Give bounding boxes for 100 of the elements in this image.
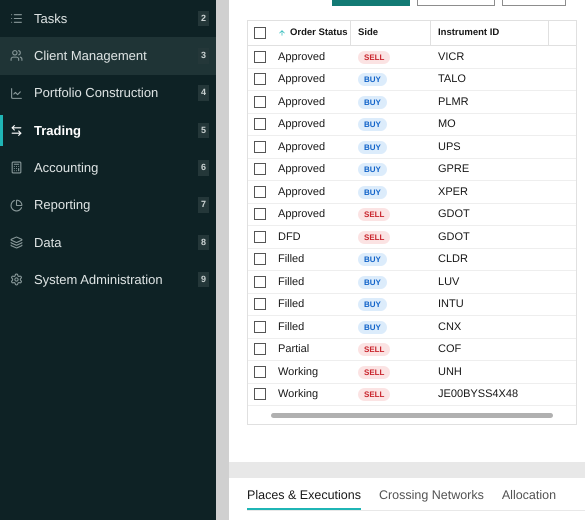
count-badge: 2 [198, 10, 209, 26]
instrument-cell: JE00BYSS4X48 [438, 388, 518, 400]
side-tag: BUY [358, 253, 387, 266]
row-checkbox[interactable] [254, 388, 266, 400]
row-checkbox[interactable] [254, 366, 266, 378]
status-cell: Approved [278, 118, 326, 130]
status-cell: Approved [278, 163, 326, 175]
side-tag: BUY [358, 73, 387, 86]
toolbar-button[interactable] [502, 0, 566, 6]
sidebar-item[interactable]: Data 8 [0, 224, 216, 262]
instrument-cell: COF [438, 343, 462, 355]
sidebar-item[interactable]: Trading 5 [0, 112, 216, 150]
side-tag: SELL [358, 366, 390, 378]
instrument-cell: CLDR [438, 253, 468, 265]
instrument-cell: LUV [438, 276, 460, 288]
status-cell: Filled [278, 298, 304, 310]
select-all-checkbox[interactable] [254, 27, 266, 39]
count-badge: 9 [198, 272, 209, 288]
instrument-cell: UNH [438, 366, 462, 378]
horizontal-scrollbar[interactable] [271, 412, 553, 418]
instrument-cell: GDOT [438, 208, 470, 220]
side-tag: SELL [358, 230, 390, 244]
count-badge: 8 [198, 234, 209, 250]
pie-chart-icon [10, 198, 23, 212]
row-checkbox[interactable] [254, 186, 266, 198]
row-checkbox[interactable] [254, 320, 266, 333]
status-cell: Filled [278, 320, 304, 332]
count-badge: 5 [198, 122, 209, 138]
side-tag: BUY [358, 140, 387, 154]
row-checkbox[interactable] [254, 253, 266, 266]
sidebar-item[interactable]: Accounting 6 [0, 149, 216, 186]
count-badge: 6 [198, 160, 209, 176]
instrument-cell: XPER [438, 186, 468, 198]
side-tag: BUY [358, 163, 387, 176]
side-tag: BUY [358, 186, 387, 198]
row-checkbox[interactable] [254, 96, 266, 108]
status-cell: Partial [278, 343, 310, 355]
status-cell: Approved [278, 96, 326, 108]
selection-bar [0, 114, 3, 146]
column-header[interactable]: Order Status [271, 21, 351, 45]
side-tag: BUY [358, 96, 387, 108]
column-header[interactable]: Instrument ID [431, 21, 549, 45]
status-cell: Working [278, 388, 318, 400]
side-tag: BUY [358, 118, 387, 131]
tab[interactable]: Places & Executions [247, 482, 361, 510]
status-cell: Approved [278, 140, 326, 152]
sidebar-item[interactable]: Client Management 3 [0, 37, 216, 75]
status-cell: Filled [278, 253, 304, 265]
instrument-cell: GPRE [438, 163, 470, 175]
row-checkbox[interactable] [254, 298, 266, 310]
row-checkbox[interactable] [254, 118, 266, 130]
count-badge: 4 [198, 85, 209, 101]
chart-icon [10, 86, 23, 100]
instrument-cell: VICR [438, 50, 464, 62]
sidebar-item[interactable]: Reporting 7 [0, 186, 216, 224]
sidebar-item[interactable]: System Administration 9 [0, 261, 216, 298]
sidebar-item[interactable]: Portfolio Construction 4 [0, 74, 216, 112]
instrument-cell: PLMR [438, 96, 469, 108]
settings-icon [10, 273, 23, 286]
layers-icon [10, 236, 23, 249]
row-checkbox[interactable] [254, 73, 266, 86]
status-cell: Approved [278, 208, 326, 220]
list-icon [10, 12, 23, 26]
row-checkbox[interactable] [254, 208, 266, 220]
count-badge: 7 [198, 197, 209, 213]
sort-arrow-icon [278, 29, 286, 37]
column-header[interactable]: Side [351, 21, 431, 45]
side-tag: BUY [358, 276, 387, 288]
status-cell: Approved [278, 186, 326, 198]
status-cell: Approved [278, 73, 326, 85]
toolbar-button[interactable] [417, 0, 495, 6]
count-badge: 3 [198, 48, 209, 64]
instrument-cell: TALO [438, 73, 466, 85]
side-tag: BUY [358, 320, 387, 334]
status-cell: Filled [278, 276, 304, 288]
row-checkbox[interactable] [254, 163, 266, 176]
row-checkbox[interactable] [254, 140, 266, 153]
tab[interactable]: Allocation [502, 482, 556, 510]
side-tag: SELL [358, 343, 390, 356]
instrument-cell: MO [438, 118, 456, 130]
status-cell: Approved [278, 50, 326, 62]
swap-arrows-icon [10, 124, 23, 138]
instrument-cell: GDOT [438, 230, 470, 242]
row-checkbox[interactable] [254, 230, 266, 243]
users-icon [10, 49, 23, 62]
row-checkbox[interactable] [254, 343, 266, 356]
side-tag: SELL [358, 50, 390, 64]
side-tag: BUY [358, 298, 387, 311]
sidebar-item[interactable]: Tasks 2 [0, 0, 216, 38]
status-cell: Working [278, 366, 318, 378]
row-checkbox[interactable] [254, 50, 266, 63]
calculator-icon [10, 161, 23, 174]
tab[interactable]: Crossing Networks [378, 482, 484, 510]
row-checkbox[interactable] [254, 276, 266, 288]
side-tag: SELL [358, 208, 390, 221]
status-cell: DFD [278, 230, 301, 242]
instrument-cell: UPS [438, 140, 461, 152]
instrument-cell: CNX [438, 320, 462, 332]
side-tag: SELL [358, 388, 390, 401]
instrument-cell: INTU [438, 298, 464, 310]
